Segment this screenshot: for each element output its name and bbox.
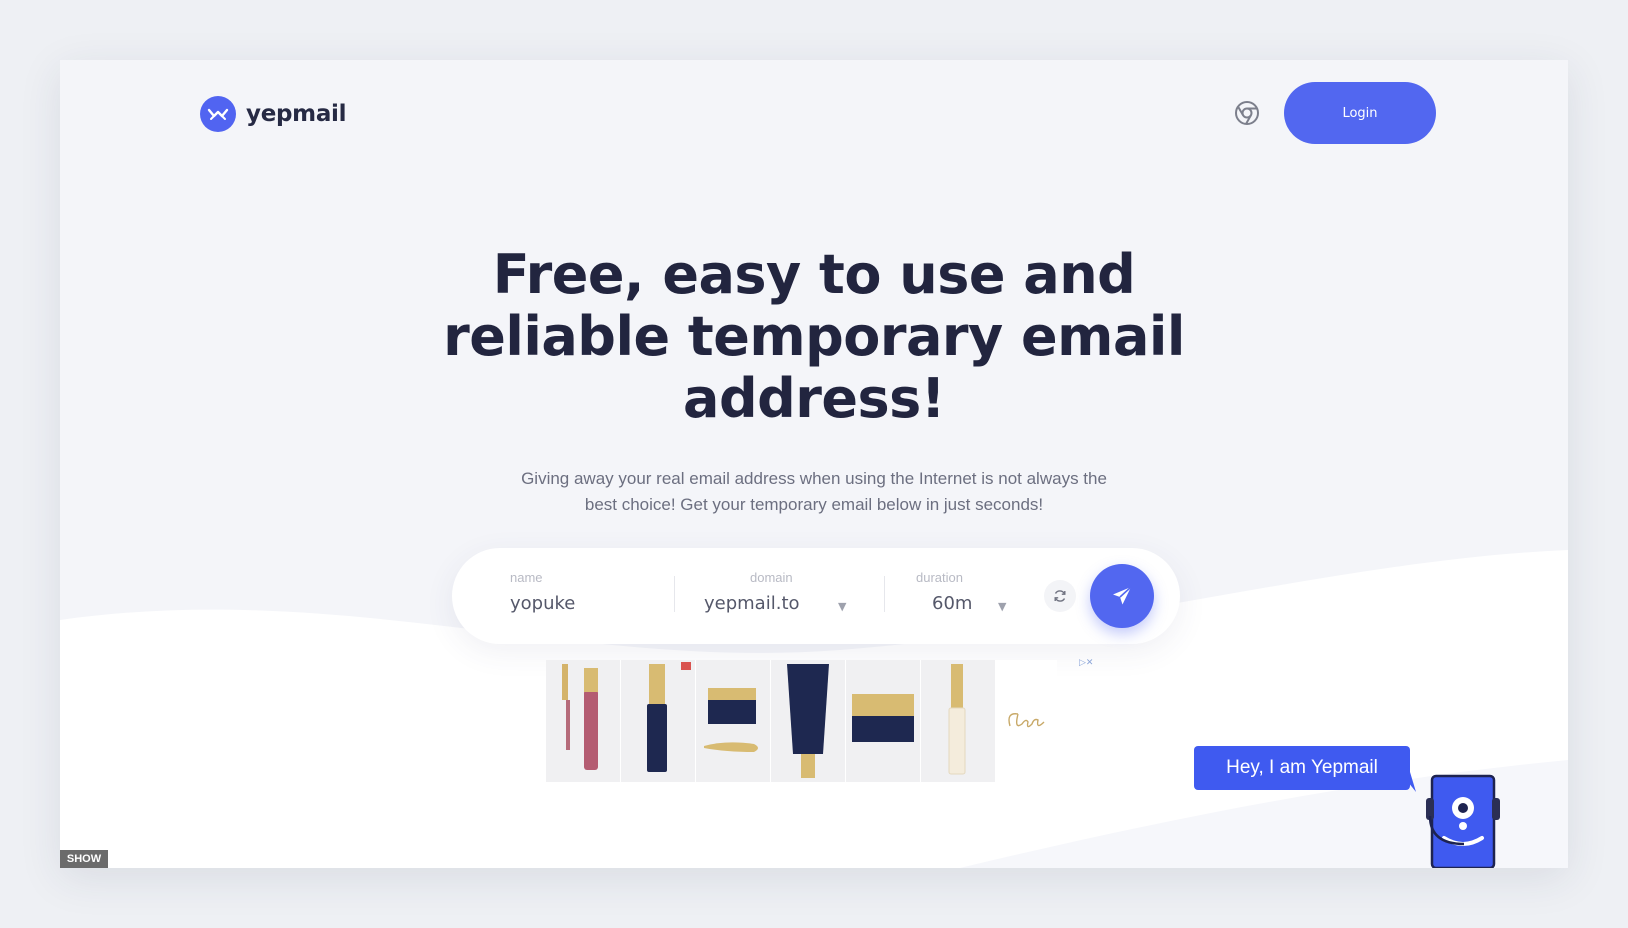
brand-logo[interactable]: yepmail xyxy=(200,96,347,132)
field-divider xyxy=(674,576,675,612)
hero-title: Free, easy to use and reliable temporary… xyxy=(443,243,1185,430)
chat-bubble-tail xyxy=(1400,772,1416,792)
ad-brand-logo xyxy=(996,660,1057,782)
field-divider xyxy=(884,576,885,612)
adchoices-icon[interactable]: ▷✕ xyxy=(1079,658,1093,668)
ad-product-hand-treatment xyxy=(771,660,846,782)
ad-product-serum xyxy=(621,660,696,782)
envelope-check-icon xyxy=(200,96,236,132)
duration-chevron-down-icon[interactable]: ▼ xyxy=(998,600,1006,613)
refresh-button[interactable] xyxy=(1044,580,1076,612)
robot-mascot-icon[interactable] xyxy=(1424,770,1504,868)
ad-product-mist xyxy=(921,660,996,782)
hero-subtitle: Giving away your real email address when… xyxy=(521,469,1107,514)
browser-viewport: yepmail Login Free, easy to use and reli… xyxy=(60,60,1568,868)
brand-name: yepmail xyxy=(246,101,347,127)
name-label: name xyxy=(510,570,543,585)
duration-label: duration xyxy=(916,570,963,585)
domain-chevron-down-icon[interactable]: ▼ xyxy=(838,600,846,613)
generate-email-button[interactable] xyxy=(1090,564,1154,628)
paper-plane-icon xyxy=(1113,586,1132,605)
email-generator-form: name domain yepmail.to ▼ duration 60m ▼ xyxy=(452,548,1180,644)
ad-product-lip-gloss xyxy=(546,660,621,782)
ad-product-night-mask xyxy=(846,660,921,782)
domain-label: domain xyxy=(750,570,793,585)
refresh-icon xyxy=(1054,590,1066,602)
ad-product-eye-cream xyxy=(696,660,771,782)
login-button[interactable]: Login xyxy=(1284,82,1436,144)
show-button[interactable]: SHOW xyxy=(60,850,108,868)
name-field: name xyxy=(510,570,660,614)
chrome-icon[interactable] xyxy=(1234,100,1260,126)
chat-greeting-bubble[interactable]: Hey, I am Yepmail xyxy=(1194,746,1410,790)
name-input[interactable] xyxy=(510,593,660,614)
ad-banner[interactable] xyxy=(546,660,1058,784)
